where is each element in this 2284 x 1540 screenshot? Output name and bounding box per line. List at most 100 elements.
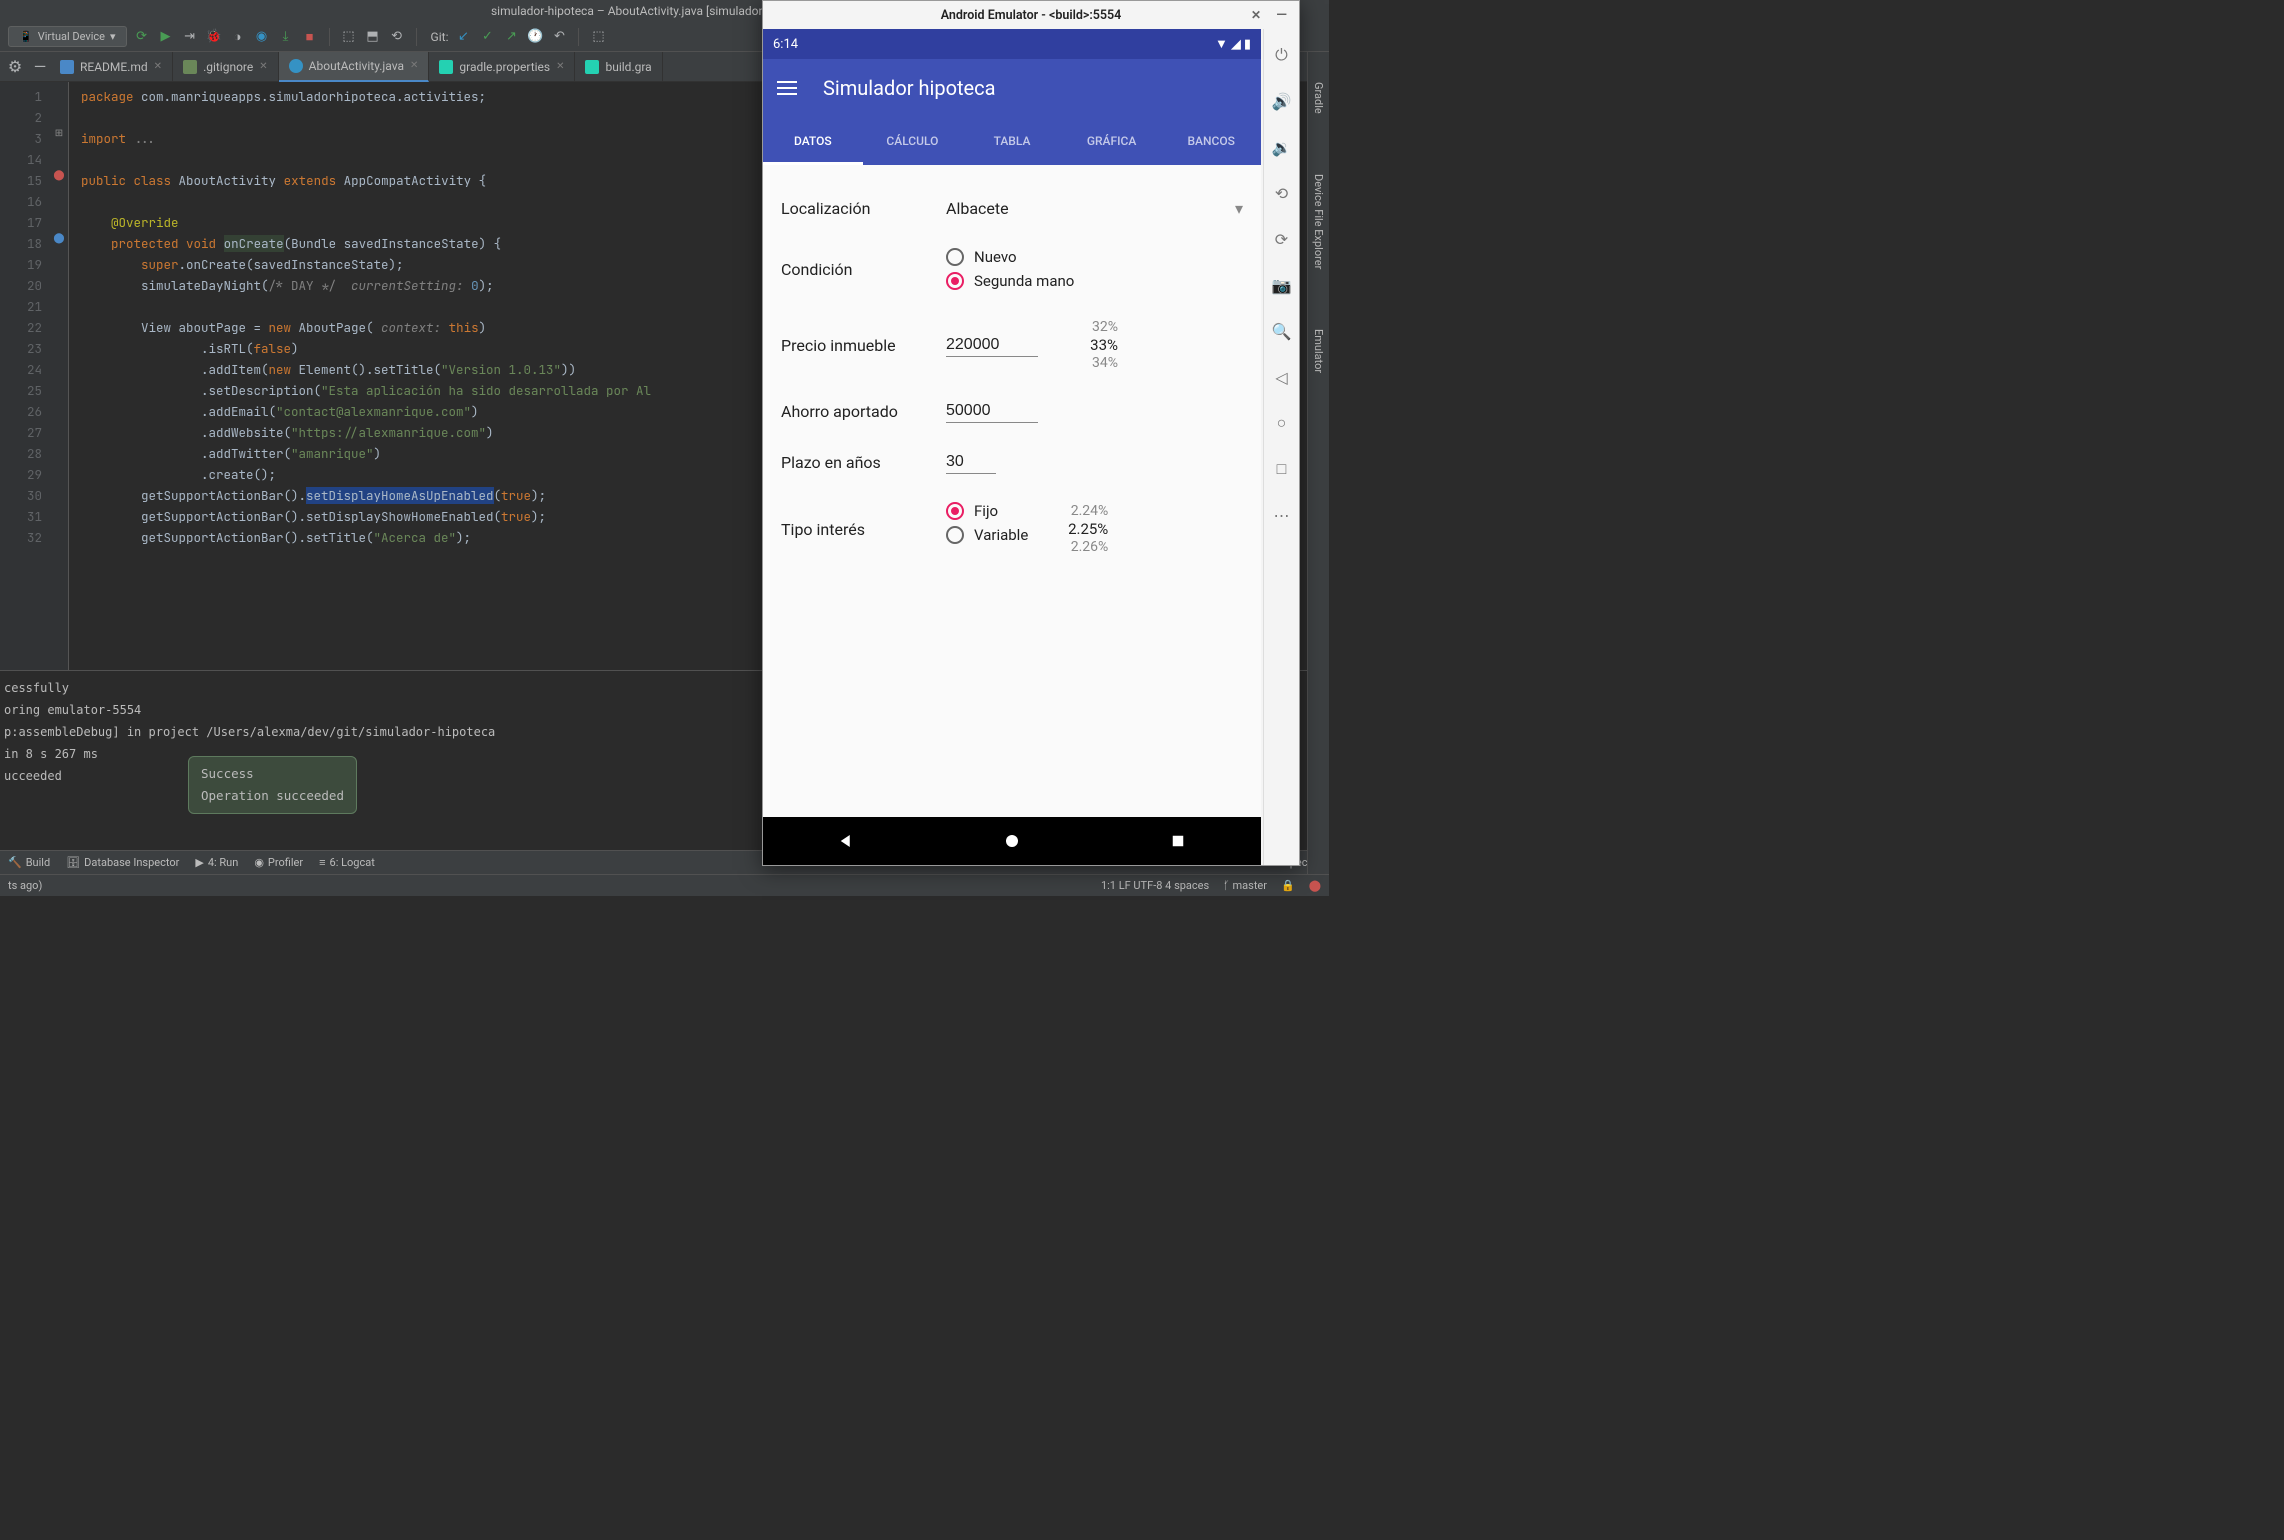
tool-device-explorer[interactable]: Device File Explorer bbox=[1312, 174, 1325, 269]
volume-down-icon[interactable]: 🔉 bbox=[1272, 137, 1292, 157]
git-label: Git: bbox=[431, 30, 449, 44]
term-input[interactable] bbox=[946, 451, 996, 474]
tab-tabla[interactable]: TABLA bbox=[962, 117, 1062, 165]
tab-logcat[interactable]: ≡ 6: Logcat bbox=[319, 856, 375, 869]
zoom-icon[interactable]: 🔍 bbox=[1272, 321, 1292, 341]
phone-frame: 6:14 ▼ ◢ ▮ Simulador hipoteca DATOS CÁLC… bbox=[763, 29, 1261, 865]
more-icon[interactable]: ⬚ bbox=[589, 28, 607, 46]
radio-label: Segunda mano bbox=[974, 272, 1074, 290]
savings-input[interactable] bbox=[946, 400, 1038, 423]
price-input[interactable] bbox=[946, 334, 1038, 357]
more-icon[interactable]: ⋯ bbox=[1272, 505, 1292, 525]
radio-icon bbox=[946, 272, 964, 290]
volume-up-icon[interactable]: 🔊 bbox=[1272, 91, 1292, 111]
radio-fijo[interactable]: Fijo bbox=[946, 502, 1028, 520]
overview-icon[interactable]: □ bbox=[1272, 459, 1292, 479]
close-icon[interactable]: ✕ bbox=[154, 61, 162, 72]
rate-label: Tipo interés bbox=[781, 520, 946, 539]
tab-label: 4: Run bbox=[208, 856, 239, 869]
tab-label: Build bbox=[26, 856, 50, 869]
tab-db-inspector[interactable]: 🗄 Database Inspector bbox=[66, 856, 179, 869]
tool-emulator[interactable]: Emulator bbox=[1312, 329, 1325, 373]
lock-icon[interactable]: 🔒 bbox=[1281, 879, 1295, 892]
wifi-icon: ▼ bbox=[1215, 36, 1228, 52]
nav-home-icon[interactable] bbox=[1003, 832, 1021, 850]
rotate-left-icon[interactable]: ⟲ bbox=[1272, 183, 1292, 203]
close-icon[interactable]: ✕ bbox=[259, 61, 267, 72]
tab-label: TABLA bbox=[994, 134, 1031, 148]
emulator-window: Android Emulator - <build>:5554 ✕ — 6:14… bbox=[762, 0, 1300, 866]
tab-bancos[interactable]: BANCOS bbox=[1161, 117, 1261, 165]
tab-label: README.md bbox=[80, 60, 148, 74]
tab-aboutactivity[interactable]: AboutActivity.java✕ bbox=[279, 52, 430, 82]
build-icon[interactable]: ⟳ bbox=[133, 28, 151, 46]
price-label: Precio inmueble bbox=[781, 336, 946, 355]
stop-icon[interactable]: ■ bbox=[301, 28, 319, 46]
step-icon[interactable]: ⇥ bbox=[181, 28, 199, 46]
tool-gradle[interactable]: Gradle bbox=[1312, 82, 1325, 114]
back-icon[interactable]: ◁ bbox=[1272, 367, 1292, 387]
close-icon[interactable]: ✕ bbox=[556, 61, 564, 72]
branch-label: master bbox=[1233, 879, 1267, 892]
debug-icon[interactable]: 🐞 bbox=[205, 28, 223, 46]
close-icon[interactable]: ✕ bbox=[1251, 8, 1261, 22]
tab-gradleprops[interactable]: gradle.properties✕ bbox=[429, 52, 575, 82]
home-icon[interactable]: ○ bbox=[1272, 413, 1292, 433]
radio-icon bbox=[946, 502, 964, 520]
tab-build[interactable]: 🔨 Build bbox=[8, 856, 50, 869]
tab-buildgradle[interactable]: build.gra bbox=[575, 52, 662, 82]
radio-variable[interactable]: Variable bbox=[946, 526, 1028, 544]
price-pct-wheel[interactable]: 32% 33% 34% bbox=[1068, 318, 1118, 372]
status-meta: 1:1 LF UTF-8 4 spaces bbox=[1101, 879, 1209, 892]
tab-grafica[interactable]: GRÁFICA bbox=[1062, 117, 1162, 165]
git-push-icon[interactable]: ↗ bbox=[502, 28, 520, 46]
tab-label: Database Inspector bbox=[84, 856, 179, 869]
coverage-icon[interactable]: ◑ bbox=[229, 28, 247, 46]
radio-label: Nuevo bbox=[974, 248, 1017, 266]
git-pull-icon[interactable]: ↙ bbox=[454, 28, 472, 46]
rate-pct-wheel[interactable]: 2.24% 2.25% 2.26% bbox=[1058, 502, 1108, 556]
profile-icon[interactable]: ◉ bbox=[253, 28, 271, 46]
tab-readme[interactable]: README.md ✕ bbox=[50, 52, 173, 82]
git-branch[interactable]: ᚶ master bbox=[1223, 879, 1267, 892]
pct-val: 2.26% bbox=[1058, 538, 1108, 556]
minimize-icon[interactable]: — bbox=[1276, 7, 1287, 23]
tab-profiler[interactable]: ◉ Profiler bbox=[254, 856, 303, 869]
avd-icon[interactable]: ⬚ bbox=[340, 28, 358, 46]
md-file-icon bbox=[60, 60, 74, 74]
form-area[interactable]: Localización Albacete ▾ Condición Nuevo … bbox=[763, 165, 1261, 817]
battery-icon: ▮ bbox=[1244, 37, 1251, 52]
signal-icon: ◢ bbox=[1231, 37, 1241, 52]
tab-calculo[interactable]: CÁLCULO bbox=[863, 117, 963, 165]
loc-dropdown[interactable]: Albacete ▾ bbox=[946, 197, 1243, 220]
tab-gitignore[interactable]: .gitignore✕ bbox=[173, 52, 279, 82]
git-commit-icon[interactable]: ✓ bbox=[478, 28, 496, 46]
tab-run[interactable]: ▶ 4: Run bbox=[195, 856, 238, 869]
run-icon[interactable]: ▶ bbox=[157, 28, 175, 46]
status-left: ts ago) bbox=[8, 879, 42, 892]
pct-val: 33% bbox=[1068, 336, 1118, 354]
power-icon[interactable]: ⏻ bbox=[1272, 45, 1292, 65]
radio-segunda-mano[interactable]: Segunda mano bbox=[946, 272, 1243, 290]
nav-recents-icon[interactable] bbox=[1169, 832, 1187, 850]
gradle-file-icon bbox=[439, 60, 453, 74]
git-rollback-icon[interactable]: ↶ bbox=[550, 28, 568, 46]
close-icon[interactable]: ✕ bbox=[410, 60, 418, 71]
menu-icon[interactable] bbox=[777, 81, 797, 95]
rotate-right-icon[interactable]: ⟳ bbox=[1272, 229, 1292, 249]
editor-hide-icon[interactable]: — bbox=[30, 57, 50, 76]
tab-datos[interactable]: DATOS bbox=[763, 117, 863, 165]
nav-back-icon[interactable] bbox=[837, 832, 855, 850]
attach-icon[interactable]: ⤓ bbox=[277, 28, 295, 46]
gutter-icons: ⊞ ⬤ ⬤ bbox=[50, 82, 68, 670]
sync-icon[interactable]: ⟲ bbox=[388, 28, 406, 46]
warn-icon[interactable]: ⬤ bbox=[1309, 879, 1321, 892]
editor-settings-icon[interactable]: ⚙ bbox=[0, 57, 30, 76]
camera-icon[interactable]: 📷 bbox=[1272, 275, 1292, 295]
radio-nuevo[interactable]: Nuevo bbox=[946, 248, 1243, 266]
tab-label: CÁLCULO bbox=[886, 134, 938, 148]
git-history-icon[interactable]: 🕐 bbox=[526, 28, 544, 46]
sdk-icon[interactable]: ⬒ bbox=[364, 28, 382, 46]
device-selector[interactable]: 📱 Virtual Device ▾ bbox=[8, 26, 127, 47]
emulator-titlebar[interactable]: Android Emulator - <build>:5554 ✕ — bbox=[763, 1, 1299, 29]
